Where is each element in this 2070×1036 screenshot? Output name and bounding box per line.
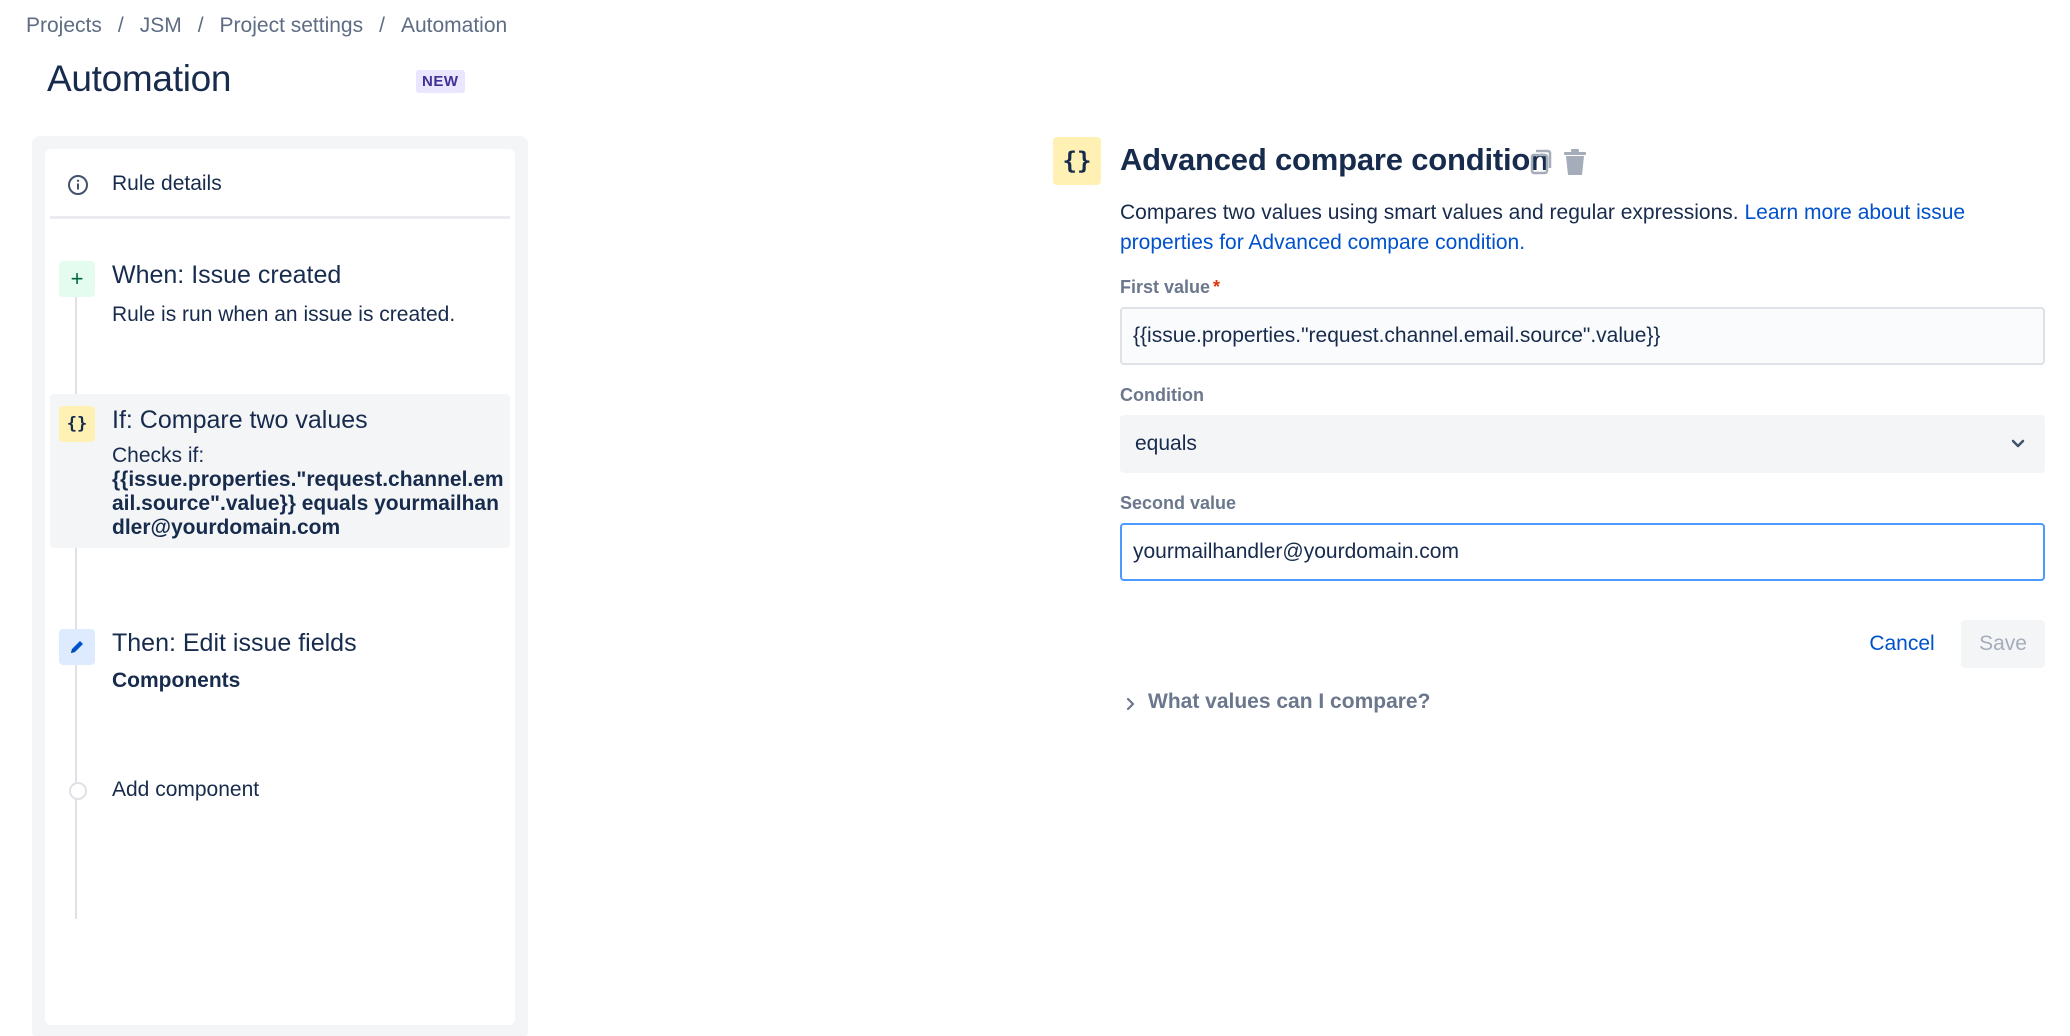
condition-description: Compares two values using smart values a… (1120, 198, 2020, 258)
page-title: Automation (47, 58, 232, 99)
breadcrumb-separator: / (379, 14, 385, 37)
pencil-icon-svg (71, 641, 83, 653)
checks-value: {{issue.properties."request.channel.emai… (112, 468, 504, 539)
rule-details-item[interactable]: Rule details (50, 149, 510, 219)
second-value-label: Second value (1120, 493, 1237, 513)
second-value-input[interactable] (1120, 523, 2045, 581)
step-condition[interactable]: {} If: Compare two values Checks if: {{i… (50, 394, 510, 548)
condition-select-value: equals (1135, 432, 1197, 455)
chevron-right-icon (1126, 697, 1135, 711)
new-badge: NEW (416, 70, 465, 93)
breadcrumb-separator: / (117, 14, 124, 37)
step-title: If: Compare two values (112, 406, 368, 434)
step-trigger[interactable]: + When: Issue created Rule is run when a… (50, 249, 510, 329)
step-description: Rule is run when an issue is created. (112, 303, 456, 326)
rule-inner: Rule details + When: Issue created Rule … (45, 149, 515, 1025)
breadcrumb-projects[interactable]: Projects (26, 14, 102, 38)
step-title: Then: Edit issue fields (112, 629, 357, 657)
timeline-line (75, 269, 77, 919)
step-description: Components (112, 669, 241, 692)
pencil-icon (59, 629, 95, 665)
braces-icon: {} (1053, 137, 1101, 185)
rule-details-label: Rule details (112, 172, 222, 195)
add-component-button[interactable]: Add component (50, 769, 510, 809)
cancel-button[interactable]: Cancel (1853, 620, 1951, 668)
step-description: Checks if: {{issue.properties."request.c… (112, 444, 507, 540)
info-icon (68, 175, 88, 195)
braces-icon: {} (59, 406, 95, 442)
breadcrumb-automation[interactable]: Automation (401, 14, 507, 38)
expander-label: What values can I compare? (1148, 690, 1431, 713)
step-title: When: Issue created (112, 261, 342, 289)
step-action[interactable]: Then: Edit issue fields Components (50, 617, 510, 697)
condition-select[interactable]: equals (1120, 415, 2045, 473)
breadcrumb: Projects / JSM / Project settings / Auto… (26, 14, 507, 38)
checks-label: Checks if: (112, 444, 205, 467)
chevron-down-icon (2011, 439, 2025, 448)
breadcrumb-project-settings[interactable]: Project settings (220, 14, 364, 38)
trash-icon[interactable] (1560, 147, 1590, 177)
first-value-label-text: First value (1120, 277, 1211, 297)
empty-circle-icon (69, 782, 87, 800)
plus-icon: + (59, 261, 95, 297)
first-value-input[interactable] (1120, 307, 2045, 365)
save-button[interactable]: Save (1961, 620, 2045, 668)
first-value-label: First value * (1120, 277, 1220, 298)
condition-title: Advanced compare condition (1120, 142, 1549, 177)
condition-description-text: Compares two values using smart values a… (1120, 201, 1745, 224)
condition-label: Condition (1120, 385, 1204, 405)
breadcrumb-jsm[interactable]: JSM (140, 14, 182, 38)
add-component-label: Add component (112, 778, 260, 801)
copy-icon[interactable] (1524, 147, 1554, 177)
required-marker: * (1213, 277, 1221, 297)
breadcrumb-separator: / (197, 14, 204, 37)
rule-panel: Rule details + When: Issue created Rule … (32, 136, 528, 1036)
